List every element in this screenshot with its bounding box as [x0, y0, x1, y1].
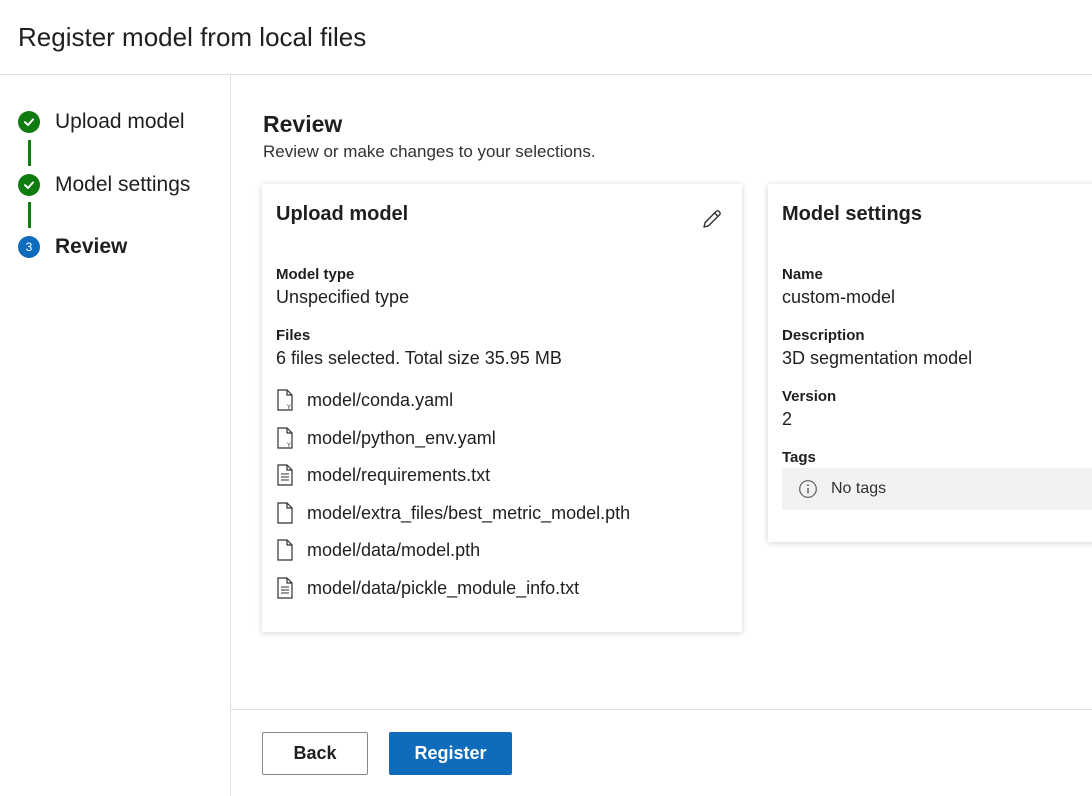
review-subtitle: Review or make changes to your selection… [263, 142, 596, 161]
name-value: custom-model [782, 287, 896, 307]
file-row: model/requirements.txt [276, 464, 490, 486]
file-icon [277, 502, 293, 524]
name-label: Name [782, 266, 823, 283]
description-value: 3D segmentation model [782, 348, 973, 368]
review-title: Review [263, 111, 343, 137]
text-file-icon [277, 464, 293, 486]
yaml-file-icon: Y [277, 427, 293, 449]
description-label: Description [782, 327, 865, 344]
file-row: model/data/pickle_module_info.txt [276, 577, 579, 599]
file-name: model/python_env.yaml [307, 427, 496, 448]
tags-empty-text: No tags [831, 480, 887, 497]
dialog-header: Register model from local files [0, 0, 1092, 75]
register-button[interactable]: Register [389, 732, 512, 775]
version-label: Version [782, 388, 837, 405]
file-row: model/extra_files/best_metric_model.pth [276, 502, 630, 524]
file-name: model/requirements.txt [307, 464, 491, 485]
step-label: Model settings [55, 173, 191, 196]
checkmark-icon [18, 111, 40, 133]
yaml-file-icon: Y [277, 389, 293, 411]
step-label: Review [55, 235, 128, 258]
tags-label: Tags [782, 449, 816, 466]
file-row: model/data/model.pth [276, 539, 480, 561]
model-type-label: Model type [276, 266, 355, 283]
upload-model-card: Upload model Model type Unspecified type… [262, 184, 742, 632]
info-icon [799, 480, 817, 498]
version-value: 2 [782, 409, 793, 429]
card-title: Model settings [782, 203, 923, 225]
step-number-badge: 3 [18, 236, 40, 258]
step-label: Upload model [55, 110, 185, 133]
svg-text:Y: Y [286, 442, 291, 449]
step-upload-model[interactable]: Upload model [18, 110, 185, 134]
back-button[interactable]: Back [262, 732, 368, 775]
files-summary: 6 files selected. Total size 35.95 MB [276, 348, 562, 368]
page-title: Register model from local files [18, 22, 367, 52]
checkmark-icon [18, 174, 40, 196]
file-name: model/data/model.pth [307, 539, 481, 560]
review-panel: Review Review or make changes to your se… [231, 75, 1092, 709]
file-icon [277, 539, 293, 561]
file-row: Y model/python_env.yaml [276, 427, 496, 449]
card-title: Upload model [276, 203, 409, 225]
step-review[interactable]: 3 Review [18, 235, 127, 259]
files-label: Files [276, 327, 311, 344]
text-file-icon [277, 577, 293, 599]
file-name: model/extra_files/best_metric_model.pth [307, 502, 631, 523]
file-name: model/conda.yaml [307, 389, 454, 410]
file-name: model/data/pickle_module_info.txt [307, 577, 580, 598]
file-row: Y model/conda.yaml [276, 389, 453, 411]
edit-upload-button[interactable] [700, 207, 724, 231]
step-connector [28, 140, 31, 166]
tags-empty-box: No tags [782, 468, 1092, 510]
step-model-settings[interactable]: Model settings [18, 173, 190, 197]
wizard-stepper: Upload model Model settings 3 Review [0, 75, 231, 796]
pencil-icon [703, 210, 721, 228]
svg-text:Y: Y [286, 404, 291, 411]
dialog-footer: Back Register [231, 709, 1092, 796]
model-settings-card: Model settings Name custom-model Descrip… [768, 184, 1092, 542]
model-type-value: Unspecified type [276, 287, 410, 307]
step-connector [28, 202, 31, 228]
